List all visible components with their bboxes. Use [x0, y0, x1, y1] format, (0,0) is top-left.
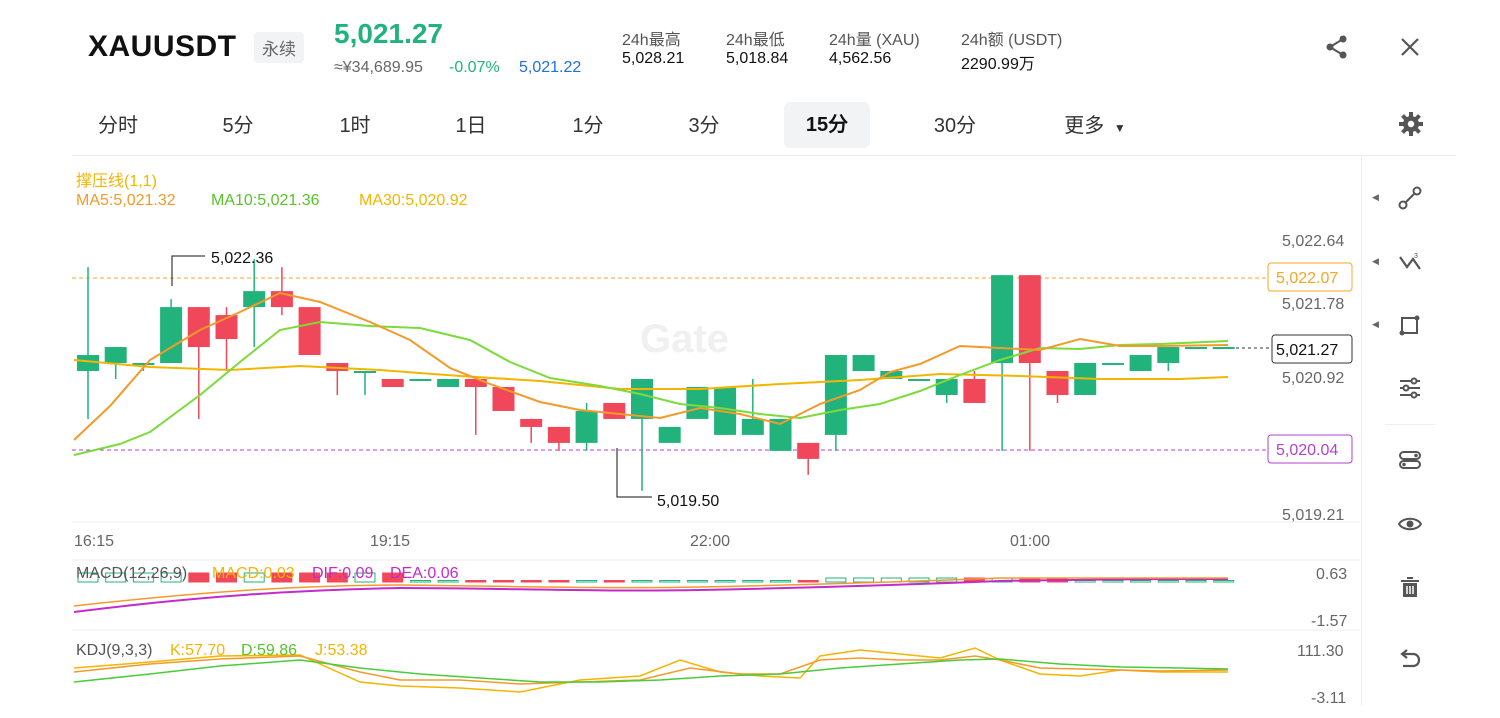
expand-caret-icon[interactable]: ◀: [1372, 192, 1379, 203]
candle-body: [852, 355, 875, 372]
divider: [1385, 424, 1435, 425]
svg-text:3: 3: [1414, 253, 1418, 260]
candle-body: [1212, 347, 1235, 350]
high-price-annotation: 5,022.36: [171, 250, 273, 286]
ma5-line: [73, 291, 1229, 441]
candle-body: [409, 378, 432, 381]
macd-title: MACD(12,26,9): [76, 565, 187, 582]
time-axis-tick: 22:00: [690, 533, 730, 550]
candle-body: [1157, 347, 1180, 364]
candle-body: [686, 386, 709, 419]
macd-bar: [825, 577, 847, 583]
candle-body: [1046, 371, 1069, 395]
candle-body: [741, 418, 764, 435]
magnet-tool-icon[interactable]: [1390, 440, 1430, 480]
candle-body: [464, 378, 487, 387]
candle-body: [575, 410, 598, 443]
kdj-k-value: K:57.70: [170, 642, 225, 659]
macd-bar: [548, 580, 570, 583]
candle-body: [1185, 347, 1207, 350]
macd-bar: [465, 580, 487, 583]
svg-text:5,019.50: 5,019.50: [657, 493, 719, 510]
price-axis-tick: 5,022.64: [1282, 233, 1344, 250]
time-axis-tick: 19:15: [370, 533, 410, 550]
trash-icon[interactable]: [1390, 567, 1430, 607]
candle-body: [381, 378, 404, 387]
kdj-title: KDJ(9,3,3): [76, 642, 152, 659]
kdj-axis-tick: -3.11: [1311, 690, 1346, 707]
candle-body: [603, 402, 626, 419]
shape-tool-icon[interactable]: [1390, 305, 1430, 345]
svg-text:5,022.36: 5,022.36: [211, 250, 273, 267]
macd-axis-tick: 0.63: [1316, 566, 1347, 583]
time-axis-tick: 01:00: [1010, 533, 1050, 550]
macd-bar: [659, 580, 681, 583]
indicator-settings-icon[interactable]: [1390, 368, 1430, 408]
macd-bar: [493, 580, 514, 583]
svg-text:5,021.27: 5,021.27: [1276, 342, 1338, 359]
candle-body: [298, 307, 321, 356]
macd-bar: [631, 580, 653, 583]
price-axis-tick: 5,021.78: [1282, 296, 1344, 313]
expand-caret-icon[interactable]: ◀: [1372, 319, 1379, 330]
candle-body: [631, 378, 653, 419]
macd-bar: [1185, 580, 1207, 583]
candle-body: [908, 378, 930, 381]
price-axis-tick: 5,019.21: [1282, 507, 1344, 524]
macd-bar: [853, 577, 875, 583]
eye-icon[interactable]: [1390, 504, 1430, 544]
macd-bar: [770, 580, 791, 583]
gate-watermark: Gate: [640, 317, 729, 361]
candle-body: [160, 307, 183, 364]
macd-bar: [1157, 580, 1179, 583]
candle-body: [658, 426, 681, 443]
macd-bar: [576, 580, 598, 583]
macd-bar: [520, 580, 542, 583]
low-price-annotation: 5,019.50: [616, 448, 719, 510]
macd-bar: [686, 580, 708, 583]
time-axis-tick: 16:15: [74, 533, 114, 550]
macd-bar: [188, 572, 210, 583]
dif-value: DIF:0.09: [312, 565, 373, 582]
app-root: XAUUSDT 永续 5,021.27 ≈¥34,689.95 -0.07% 5…: [0, 0, 1500, 718]
price-axis-tick: 5,020.92: [1282, 370, 1344, 387]
macd-axis-tick: -1.57: [1311, 613, 1348, 630]
candle-body: [1101, 363, 1124, 366]
macd-bar: [742, 580, 764, 583]
undo-icon[interactable]: [1390, 640, 1430, 680]
candle-body: [991, 275, 1014, 364]
trendline-tool-icon[interactable]: [1390, 178, 1430, 218]
candle-body: [77, 355, 99, 372]
candle-body: [797, 442, 820, 459]
candle-body: [963, 378, 986, 403]
macd-bar: [603, 580, 625, 583]
candle-body: [1129, 355, 1152, 372]
candlestick-chart[interactable]: Gate 5,022.36 5,019.50 5,022.64 5,021.78…: [0, 0, 1500, 718]
macd-bar: [1102, 580, 1124, 583]
svg-text:Gate: Gate: [640, 317, 729, 361]
candles-group: [77, 259, 1235, 491]
expand-caret-icon[interactable]: ◀: [1372, 256, 1379, 267]
dea-value: DEA:0.06: [390, 565, 459, 582]
dea-line: [73, 578, 1229, 613]
kdj-axis-tick: 111.30: [1297, 643, 1344, 660]
kdj-j-value: J:53.38: [315, 642, 368, 659]
candle-body: [437, 378, 460, 387]
svg-text:5,020.04: 5,020.04: [1276, 442, 1338, 459]
kdj-d-value: D:59.86: [241, 642, 297, 659]
macd-bar: [797, 580, 819, 583]
macd-bar: [714, 580, 736, 583]
candle-body: [547, 426, 570, 443]
candle-body: [354, 371, 376, 374]
macd-value: MACD:0.03: [212, 565, 295, 582]
macd-bar: [1213, 580, 1235, 583]
candle-body: [104, 347, 127, 364]
candle-body: [520, 418, 543, 427]
toolbar-divider: [1361, 156, 1362, 706]
macd-bar: [1130, 580, 1152, 583]
svg-text:5,022.07: 5,022.07: [1276, 270, 1338, 287]
kdj-d-line: [73, 658, 1229, 683]
fib-tool-icon[interactable]: 3: [1390, 242, 1430, 282]
